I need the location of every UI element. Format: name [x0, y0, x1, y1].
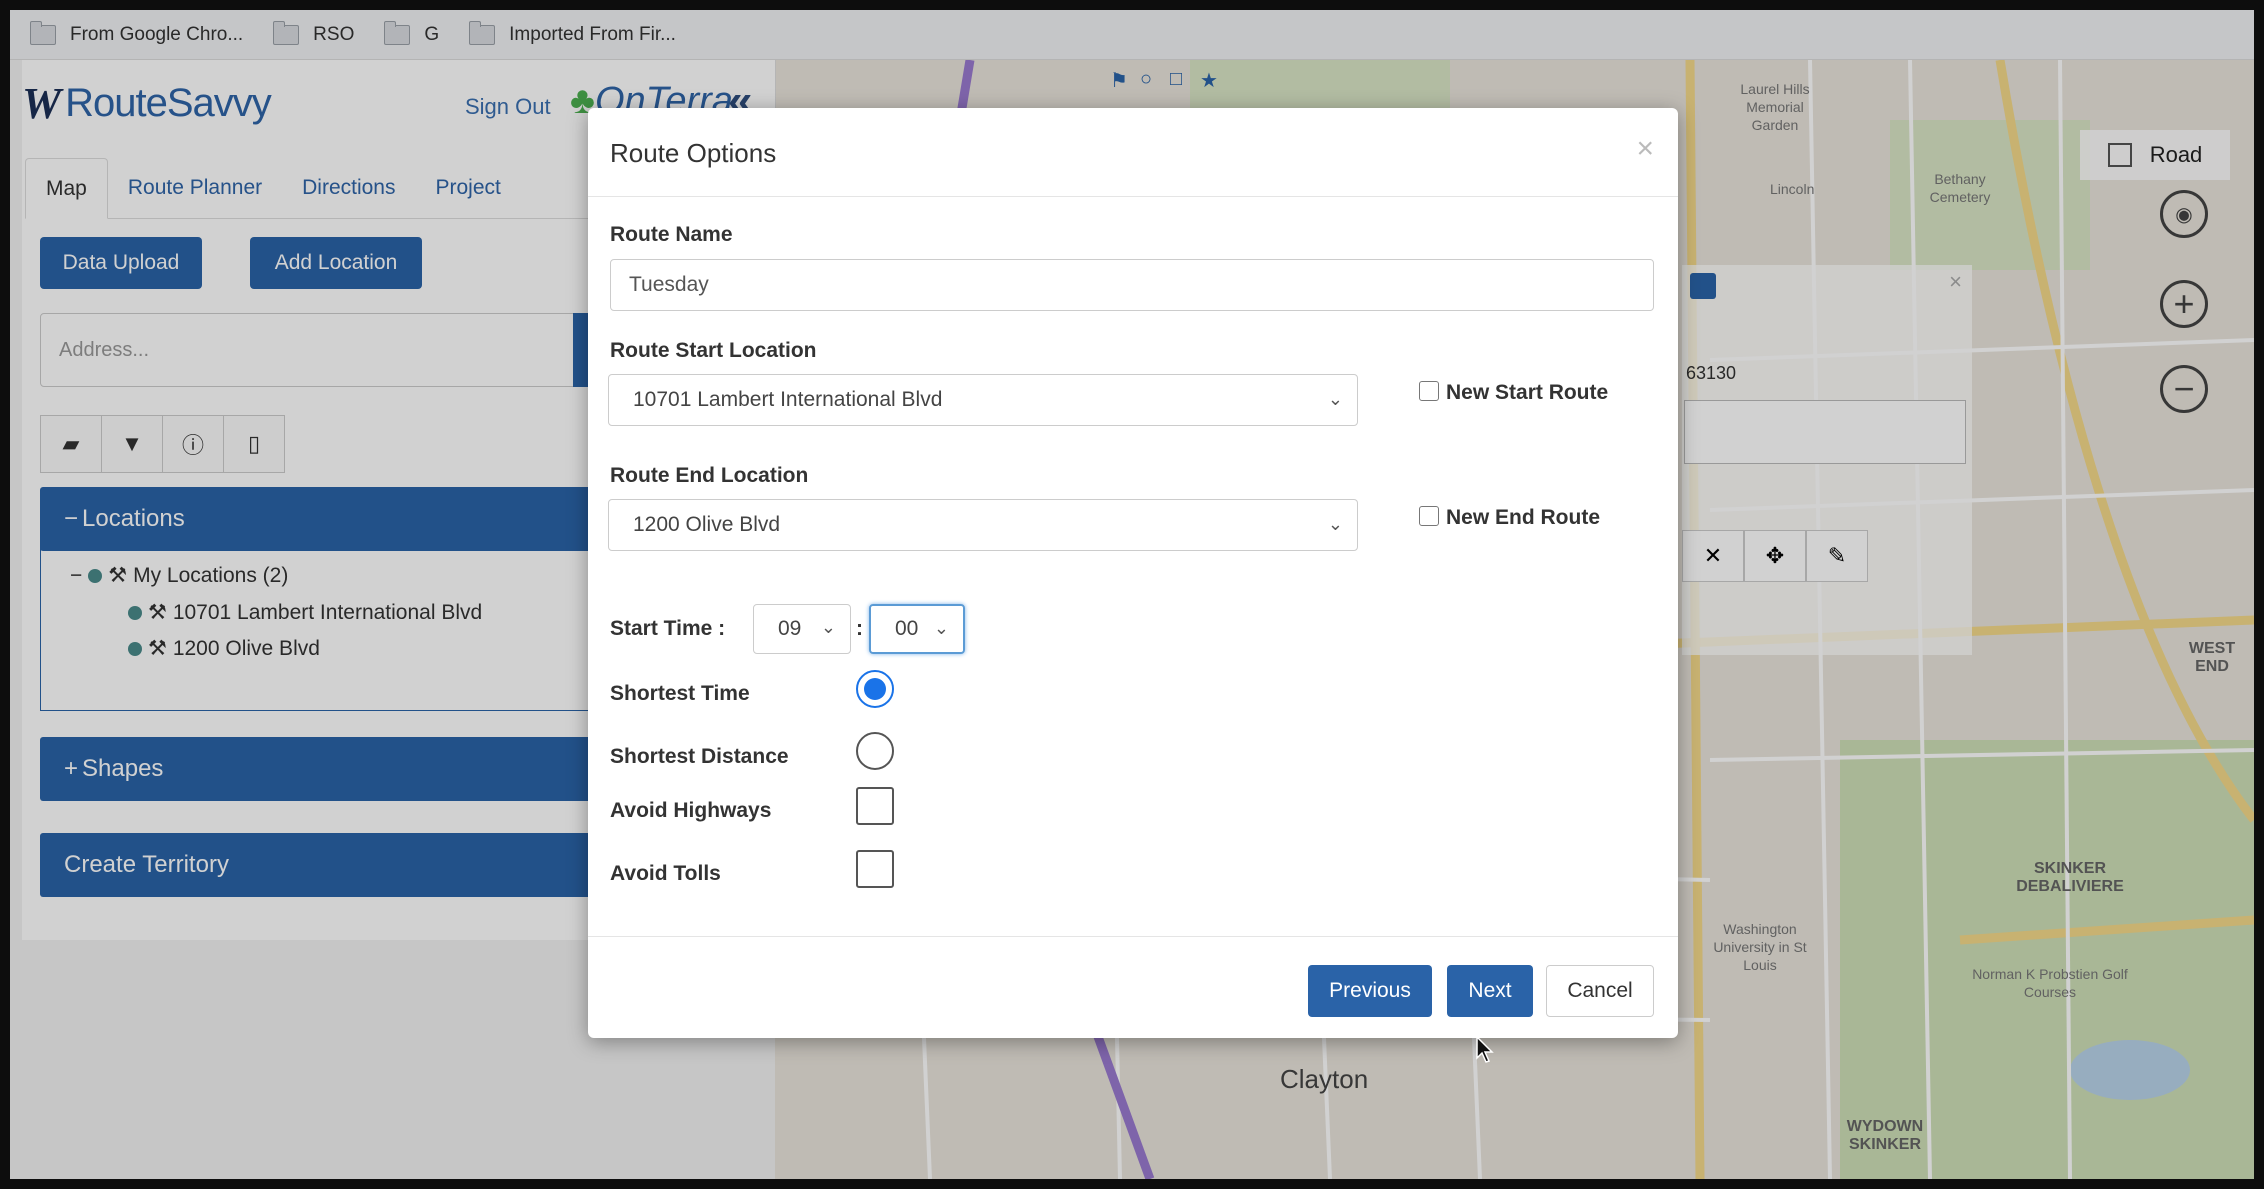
avoid-highways-label: Avoid Highways	[610, 799, 772, 822]
avoid-highways-checkbox[interactable]	[856, 787, 894, 825]
start-location-select[interactable]: 10701 Lambert International Blvd ⌄	[608, 374, 1358, 426]
start-location-value: 10701 Lambert International Blvd	[633, 388, 943, 411]
avoid-tolls-label: Avoid Tolls	[610, 862, 721, 885]
start-time-label: Start Time :	[610, 617, 726, 640]
route-options-dialog: Route Options × Route Name Tuesday Route…	[588, 108, 1678, 1038]
chevron-down-icon: ⌄	[1327, 389, 1343, 409]
chevron-down-icon: ⌄	[933, 618, 949, 638]
time-separator: :	[856, 617, 863, 640]
start-location-label: Route Start Location	[610, 339, 817, 362]
end-location-select[interactable]: 1200 Olive Blvd ⌄	[608, 499, 1358, 551]
shortest-time-label: Shortest Time	[610, 682, 750, 705]
start-hour-select[interactable]: 09 ⌄	[753, 604, 851, 654]
end-location-value: 1200 Olive Blvd	[633, 513, 781, 536]
modal-title: Route Options	[610, 138, 777, 168]
route-name-input[interactable]: Tuesday	[610, 259, 1654, 311]
shortest-time-radio[interactable]	[856, 670, 894, 708]
next-button[interactable]: Next	[1447, 965, 1533, 1017]
cancel-button[interactable]: Cancel	[1546, 965, 1654, 1017]
chevron-down-icon: ⌄	[820, 617, 836, 637]
new-start-route-label: New Start Route	[1446, 381, 1609, 404]
new-start-route-checkbox[interactable]	[1419, 381, 1439, 401]
end-location-label: Route End Location	[610, 464, 809, 487]
route-name-label: Route Name	[610, 223, 733, 246]
start-hour-value: 09	[778, 617, 802, 640]
close-icon[interactable]: ×	[1636, 132, 1654, 166]
chevron-down-icon: ⌄	[1327, 514, 1343, 534]
start-minute-select[interactable]: 00 ⌄	[869, 604, 965, 654]
avoid-tolls-checkbox[interactable]	[856, 850, 894, 888]
new-end-route-label: New End Route	[1446, 506, 1601, 529]
mouse-cursor-icon	[1476, 1036, 1494, 1063]
previous-button[interactable]: Previous	[1308, 965, 1432, 1017]
modal-header: Route Options ×	[588, 108, 1678, 197]
new-end-route-checkbox[interactable]	[1419, 506, 1439, 526]
shortest-distance-radio[interactable]	[856, 732, 894, 770]
shortest-distance-label: Shortest Distance	[610, 745, 789, 768]
modal-footer: Previous Next Cancel	[588, 936, 1678, 1039]
start-minute-value: 00	[895, 617, 919, 640]
